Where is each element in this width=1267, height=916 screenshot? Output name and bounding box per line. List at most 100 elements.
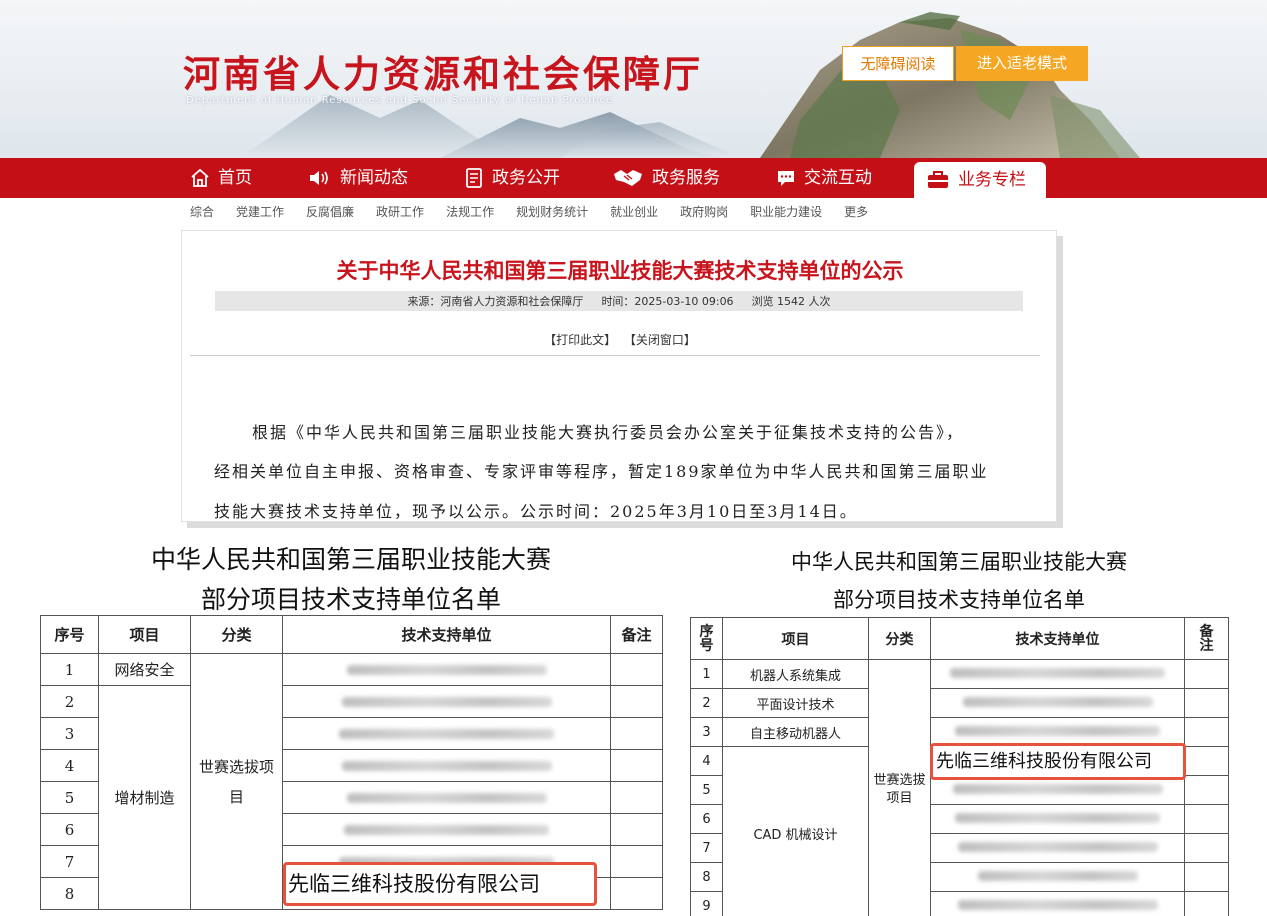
nav-label: 首页 <box>218 168 252 188</box>
col-header-category: 分类 <box>190 615 283 654</box>
row-remark <box>1184 746 1229 776</box>
row-remark <box>1184 833 1229 863</box>
row-remark <box>610 717 663 750</box>
row-remark <box>610 845 663 878</box>
row-remark <box>1184 804 1229 834</box>
subnav-item[interactable]: 综合 <box>190 203 214 221</box>
left-highlight-company: 先临三维科技股份有限公司 <box>283 862 597 906</box>
col-header-project: 项目 <box>722 617 869 660</box>
nav-item-news[interactable]: 新闻动态 <box>308 158 408 198</box>
row-index: 7 <box>40 845 99 878</box>
table-header-row: 序号 项目 分类 技术支持单位 备注 <box>40 615 663 654</box>
nav-label: 新闻动态 <box>340 168 408 188</box>
subnav-item[interactable]: 规划财务统计 <box>516 203 588 221</box>
table-header-row: 序号 项目 分类 技术支持单位 备注 <box>690 617 1229 660</box>
document-icon <box>466 168 482 188</box>
row-index: 3 <box>690 717 723 747</box>
subnav-item[interactable]: 更多 <box>844 203 868 221</box>
site-subtitle: Department of Human Resources and Social… <box>186 95 614 106</box>
row-remark <box>1184 717 1229 747</box>
nav-item-gov-service[interactable]: 政务服务 <box>612 158 720 198</box>
nav-label: 业务专栏 <box>958 170 1026 190</box>
row-unit-redacted <box>930 804 1185 834</box>
col-header-index: 序号 <box>40 615 99 654</box>
article-paragraph-line: 技能大赛技术支持单位，现予以公示。公示时间：2025年3月10日至3月14日。 <box>214 502 858 521</box>
accessibility-reading-button[interactable]: 无障碍阅读 <box>842 46 954 81</box>
row-unit-redacted <box>930 862 1185 892</box>
row-index: 6 <box>40 813 99 846</box>
close-window-link[interactable]: 【关闭窗口】 <box>624 333 696 347</box>
nav-item-gov-open[interactable]: 政务公开 <box>464 158 560 198</box>
subnav-item[interactable]: 就业创业 <box>610 203 658 221</box>
article-time: 时间：2025-03-10 09:06 <box>601 295 734 308</box>
row-index: 8 <box>40 877 99 910</box>
right-highlight-company: 先临三维科技股份有限公司 <box>930 743 1186 780</box>
row-project: 平面设计技术 <box>722 688 869 718</box>
table-row: 2 增材制造 <box>40 685 663 910</box>
col-header-index: 序号 <box>690 617 723 660</box>
row-project: 网络安全 <box>98 653 191 686</box>
nav-label: 交流互动 <box>804 168 872 188</box>
nav-item-business[interactable]: 业务专栏 <box>914 162 1046 198</box>
handshake-icon <box>614 170 642 186</box>
row-remark <box>610 813 663 846</box>
nav-item-interaction[interactable]: 交流互动 <box>776 158 872 198</box>
row-index: 2 <box>40 685 99 718</box>
row-index: 6 <box>690 804 723 834</box>
main-nav: 首页 新闻动态 政务公开 政务服务 交流互动 业务专栏 <box>0 158 1267 198</box>
speaker-icon <box>310 171 328 185</box>
row-index: 3 <box>40 717 99 750</box>
table-row: 1 网络安全 世赛选拔项目 <box>40 653 663 910</box>
row-index: 7 <box>690 833 723 863</box>
nav-item-home[interactable]: 首页 <box>190 158 252 198</box>
nav-label: 政务公开 <box>492 168 560 188</box>
right-table-heading-line1: 中华人民共和国第三届职业技能大赛 <box>791 550 1127 574</box>
row-remark <box>610 877 663 910</box>
col-header-category: 分类 <box>868 617 931 660</box>
row-unit-redacted <box>282 717 611 750</box>
subnav-item[interactable]: 政研工作 <box>376 203 424 221</box>
elder-mode-button[interactable]: 进入适老模式 <box>956 46 1088 81</box>
subnav-item[interactable]: 政府购岗 <box>680 203 728 221</box>
col-header-unit: 技术支持单位 <box>282 615 611 654</box>
left-table-heading-line1: 中华人民共和国第三届职业技能大赛 <box>150 545 551 574</box>
subnav-item[interactable]: 反腐倡廉 <box>306 203 354 221</box>
row-unit-redacted <box>282 653 611 686</box>
article-paragraph-line: 根据《中华人民共和国第三届职业技能大赛执行委员会办公室关于征集技术支持的公告》， <box>252 423 965 442</box>
col-header-remark: 备注 <box>1184 617 1229 660</box>
row-unit-redacted <box>282 781 611 814</box>
article-title: 关于中华人民共和国第三届职业技能大赛技术支持单位的公示 <box>336 259 904 283</box>
article-tools: 【打印此文】 【关闭窗口】 <box>182 331 1056 348</box>
row-project: 机器人系统集成 <box>722 659 869 689</box>
row-index: 8 <box>690 862 723 892</box>
sub-nav: 综合 党建工作 反腐倡廉 政研工作 法规工作 规划财务统计 就业创业 政府购岗 … <box>190 203 890 221</box>
row-unit-redacted <box>930 688 1185 718</box>
row-project: 增材制造 <box>98 685 191 910</box>
row-category: 世赛选拔项目 <box>190 653 283 910</box>
article-panel: 关于中华人民共和国第三届职业技能大赛技术支持单位的公示 来源：河南省人力资源和社… <box>181 230 1057 522</box>
briefcase-icon <box>928 171 948 188</box>
row-remark <box>1184 862 1229 892</box>
table-row: 2 平面设计技术 <box>690 688 1229 718</box>
article-source: 来源：河南省人力资源和社会保障厅 <box>407 295 584 308</box>
right-table-heading-line2: 部分项目技术支持单位名单 <box>833 588 1085 612</box>
row-unit-redacted <box>930 833 1185 863</box>
row-remark <box>1184 659 1229 689</box>
row-project: CAD 机械设计 <box>722 746 869 916</box>
row-unit-redacted <box>282 813 611 846</box>
subnav-item[interactable]: 法规工作 <box>446 203 494 221</box>
row-index: 5 <box>40 781 99 814</box>
print-link[interactable]: 【打印此文】 <box>544 333 616 347</box>
subnav-item[interactable]: 党建工作 <box>236 203 284 221</box>
row-remark <box>610 653 663 686</box>
subnav-item[interactable]: 职业能力建设 <box>750 203 822 221</box>
row-index: 2 <box>690 688 723 718</box>
article-views: 浏览 1542 人次 <box>751 295 831 308</box>
header-banner: 河南省人力资源和社会保障厅 Department of Human Resour… <box>0 0 1267 158</box>
row-remark <box>610 781 663 814</box>
table-row: 1 机器人系统集成 世赛选拔项目 <box>690 659 1229 916</box>
row-index: 5 <box>690 775 723 805</box>
left-table-heading-line2: 部分项目技术支持单位名单 <box>200 585 501 614</box>
article-meta: 来源：河南省人力资源和社会保障厅 时间：2025-03-10 09:06 浏览 … <box>215 291 1023 311</box>
col-header-remark: 备注 <box>610 615 663 654</box>
